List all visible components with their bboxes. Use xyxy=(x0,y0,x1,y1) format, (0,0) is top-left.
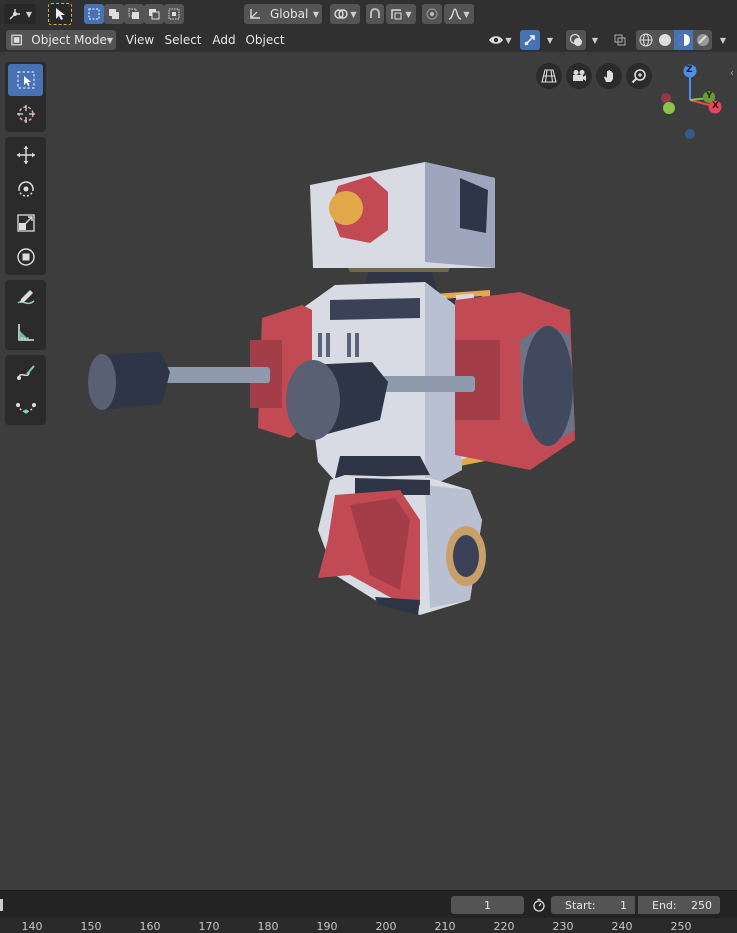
pivot-link-icon xyxy=(334,9,349,19)
shading-rendered-button[interactable] xyxy=(693,30,712,50)
cursor-arrow-icon xyxy=(56,8,65,20)
xray-icon xyxy=(614,34,626,46)
shading-dropdown[interactable]: ▼ xyxy=(713,30,733,50)
rendered-sphere-icon xyxy=(696,34,709,46)
ruler-tick: 250 xyxy=(670,920,692,933)
start-frame-field[interactable]: Start: 1 xyxy=(551,896,635,914)
ruler-tick: 230 xyxy=(552,920,574,933)
eye-icon xyxy=(489,36,504,44)
chevron-down-icon: ▼ xyxy=(106,35,113,45)
ruler-tick: 140 xyxy=(21,920,43,933)
select-difference-icon xyxy=(149,9,160,20)
current-frame-field[interactable]: 1 xyxy=(451,896,524,914)
ruler-tick: 220 xyxy=(493,920,515,933)
frame-ruler[interactable]: 140 150 160 170 180 190 200 210 220 230 … xyxy=(0,918,737,933)
material-sphere-icon xyxy=(677,34,690,46)
wireframe-sphere-icon xyxy=(639,33,652,47)
stopwatch-button[interactable] xyxy=(530,896,548,914)
interaction-mode-label: Object Mode xyxy=(31,33,107,47)
ruler-tick: 160 xyxy=(139,920,161,933)
orientation-axes-icon xyxy=(250,9,260,19)
snap-toggle-button[interactable] xyxy=(366,4,384,24)
falloff-dropdown[interactable]: ▼ xyxy=(444,4,474,24)
shading-solid-button[interactable] xyxy=(655,30,674,50)
stopwatch-icon xyxy=(533,898,545,912)
chevron-down-icon: ▼ xyxy=(405,9,412,19)
select-subtract-icon xyxy=(128,8,139,19)
snap-target-dropdown[interactable]: ▼ xyxy=(386,4,416,24)
snap-increment-icon xyxy=(391,9,402,20)
gizmo-arrow-icon xyxy=(524,35,535,46)
pivot-point-dropdown[interactable]: ▼ xyxy=(330,4,360,24)
gizmo-toggle-button[interactable] xyxy=(520,30,540,50)
proportional-edit-icon xyxy=(426,8,438,20)
overlays-dropdown[interactable]: ▼ xyxy=(586,30,604,50)
ruler-tick: 210 xyxy=(434,920,456,933)
overlays-toggle-button[interactable] xyxy=(566,30,586,50)
xray-toggle-button[interactable] xyxy=(610,30,630,50)
shading-wireframe-button[interactable] xyxy=(636,30,655,50)
menu-object[interactable]: Object xyxy=(244,30,286,50)
select-tool-button[interactable] xyxy=(48,3,72,25)
end-frame-label: End: xyxy=(652,898,677,912)
select-mode-extend-button[interactable] xyxy=(104,4,124,24)
robot-right-thruster xyxy=(523,326,573,446)
start-frame-label: Start: xyxy=(565,898,596,912)
robot-model[interactable] xyxy=(0,52,737,890)
ruler-tick: 200 xyxy=(375,920,397,933)
chevron-down-icon: ▼ xyxy=(591,35,599,45)
chevron-down-icon: ▼ xyxy=(350,9,357,19)
editor-type-button[interactable]: ▼ xyxy=(4,4,36,24)
ruler-tick: 180 xyxy=(257,920,279,933)
menu-add[interactable]: Add xyxy=(208,30,240,50)
proportional-edit-button[interactable] xyxy=(422,4,442,24)
robot-eye xyxy=(329,191,363,225)
chevron-down-icon: ▼ xyxy=(719,35,727,45)
select-mode-difference-button[interactable] xyxy=(144,4,164,24)
transform-orientation-dropdown[interactable]: Global ▼ xyxy=(244,4,322,24)
start-frame-value: 1 xyxy=(620,898,627,912)
playhead-marker[interactable] xyxy=(0,899,3,911)
select-mode-intersect-button[interactable] xyxy=(164,4,184,24)
overlays-icon xyxy=(569,33,582,46)
chevron-down-icon: ▼ xyxy=(505,35,512,45)
ruler-tick: 190 xyxy=(316,920,338,933)
menu-select[interactable]: Select xyxy=(162,30,204,50)
object-mode-icon xyxy=(11,34,22,46)
gizmo-dropdown[interactable]: ▼ xyxy=(540,30,560,50)
3d-viewport[interactable]: Z Y X ‹ xyxy=(0,52,737,890)
transform-orientation-label: Global xyxy=(270,7,309,21)
menu-view[interactable]: View xyxy=(122,30,158,50)
select-intersect-icon xyxy=(168,8,180,20)
chevron-down-icon: ▼ xyxy=(546,35,554,45)
ruler-tick: 150 xyxy=(80,920,102,933)
magnet-icon xyxy=(370,8,380,18)
visibility-dropdown[interactable]: ▼ xyxy=(484,30,516,50)
select-new-icon xyxy=(88,8,100,20)
solid-sphere-icon xyxy=(658,34,671,46)
end-frame-field[interactable]: End: 250 xyxy=(638,896,720,914)
tool-settings-bar: ▼ Global ▼ ▼ ▼ ▼ xyxy=(0,0,737,29)
end-frame-value: 250 xyxy=(691,898,712,912)
viewport-header: Object Mode ▼ View Select Add Object ▼ ▼… xyxy=(0,29,737,52)
chevron-down-icon: ▼ xyxy=(312,9,319,19)
shading-material-button[interactable] xyxy=(674,30,693,50)
select-extend-icon xyxy=(109,9,119,19)
chevron-down-icon: ▼ xyxy=(25,9,33,19)
select-mode-new-button[interactable] xyxy=(84,4,104,24)
robot-left-arm-rod xyxy=(160,367,270,383)
interaction-mode-dropdown[interactable]: Object Mode ▼ xyxy=(6,30,116,50)
chevron-down-icon: ▼ xyxy=(463,9,470,19)
falloff-curve-icon xyxy=(449,8,462,20)
ruler-tick: 170 xyxy=(198,920,220,933)
ruler-tick: 240 xyxy=(611,920,633,933)
object-origin-icon xyxy=(9,9,20,20)
select-mode-subtract-button[interactable] xyxy=(124,4,144,24)
